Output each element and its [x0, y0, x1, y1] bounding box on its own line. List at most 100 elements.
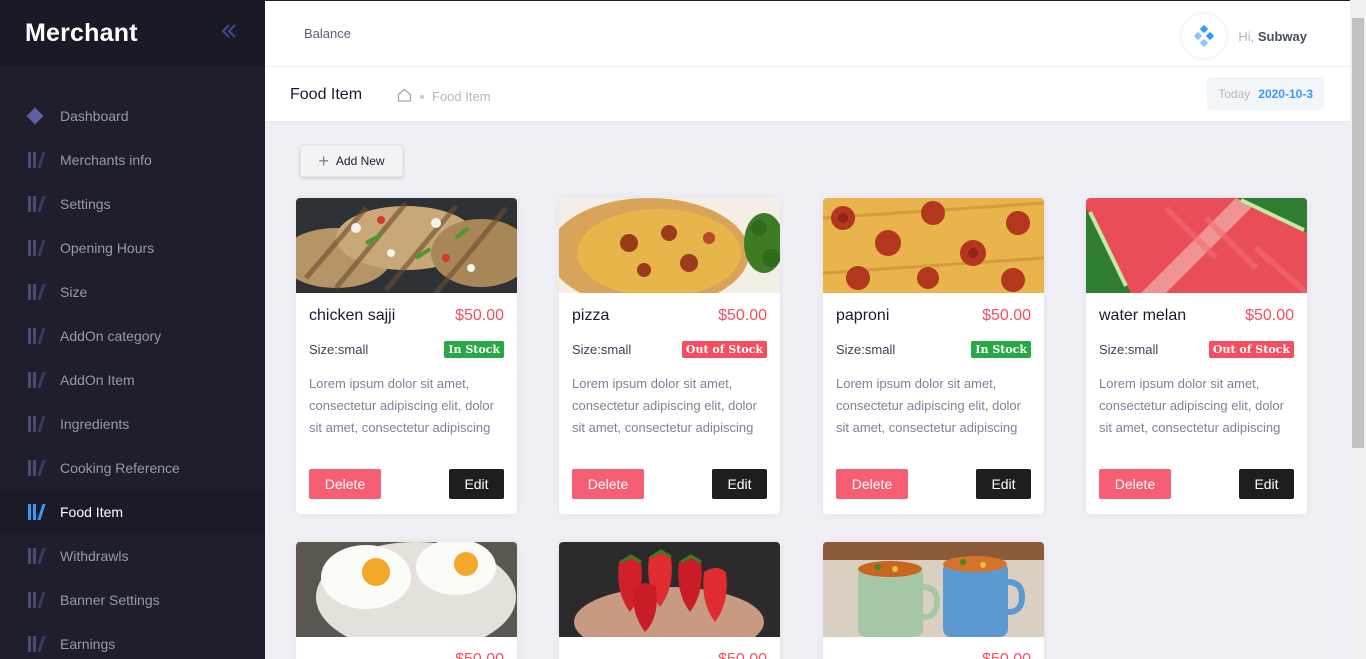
food-card: water melan $50.00 Size:small Out of Sto…: [1086, 198, 1307, 514]
sidebar-item-addon-category[interactable]: AddOn category: [0, 314, 265, 358]
sidebar-item-label: AddOn Item: [60, 372, 135, 388]
user-menu[interactable]: Hi, Subway: [1182, 14, 1307, 58]
food-card: paproni $50.00 Size:small In Stock Lorem…: [823, 198, 1044, 514]
sidebar-item-label: Ingredients: [60, 416, 130, 432]
bars-icon: [26, 503, 46, 521]
sidebar-item-label: Food Item: [60, 504, 124, 520]
food-image-pizza: [559, 198, 780, 293]
bars-icon: [26, 635, 46, 653]
sidebar-item-size[interactable]: Size: [0, 270, 265, 314]
sidebar-item-label: AddOn category: [60, 328, 162, 344]
edit-button[interactable]: Edit: [712, 469, 767, 499]
stock-badge: In Stock: [971, 341, 1031, 358]
food-image-eggs: [296, 542, 517, 637]
food-card: $50.00: [296, 542, 517, 659]
food-card: $50.00: [823, 542, 1044, 659]
breadcrumb-item[interactable]: Food Item: [432, 89, 491, 104]
bars-icon: [26, 591, 46, 609]
card-body: chicken sajji $50.00 Size:small In Stock…: [296, 293, 517, 514]
food-name: chicken sajji: [309, 307, 396, 324]
card-body: water melan $50.00 Size:small Out of Sto…: [1086, 293, 1307, 514]
card-body: $50.00: [559, 637, 780, 659]
bars-icon: [26, 371, 46, 389]
delete-button[interactable]: Delete: [1099, 469, 1171, 499]
food-price: $50.00: [455, 307, 504, 324]
page-scrollbar[interactable]: [1350, 0, 1366, 659]
sidebar-item-addon-item[interactable]: AddOn Item: [0, 358, 265, 402]
plus-icon: +: [318, 151, 329, 171]
sidebar-item-label: Settings: [60, 196, 111, 212]
food-price: $50.00: [1245, 307, 1294, 324]
food-name: pizza: [572, 307, 610, 324]
sidebar-item-opening-hours[interactable]: Opening Hours: [0, 226, 265, 270]
bars-icon: [26, 239, 46, 257]
home-icon[interactable]: [397, 88, 412, 105]
sidebar-item-dashboard[interactable]: Dashboard: [0, 94, 265, 138]
logo-icon: [1194, 25, 1215, 47]
sidebar-item-cooking-reference[interactable]: Cooking Reference: [0, 446, 265, 490]
sidebar-item-label: Opening Hours: [60, 240, 155, 256]
page-title: Food Item: [290, 86, 363, 103]
scrollbar-thumb[interactable]: [1352, 18, 1364, 448]
bars-icon: [26, 459, 46, 477]
bars-icon: [26, 415, 46, 433]
food-card: $50.00: [559, 542, 780, 659]
add-new-button[interactable]: + Add New: [300, 145, 403, 177]
edit-button[interactable]: Edit: [1239, 469, 1294, 499]
stock-badge: Out of Stock: [681, 341, 767, 358]
bars-icon: [26, 283, 46, 301]
chevrons-left-icon[interactable]: [219, 21, 239, 45]
food-size: Size:small: [1099, 342, 1159, 357]
bars-icon: [26, 151, 46, 169]
card-body: paproni $50.00 Size:small In Stock Lorem…: [823, 293, 1044, 514]
subheader: Food Item Food Item Today 2020-10-3: [265, 67, 1350, 121]
food-image-watermelon: [1086, 198, 1307, 293]
add-new-label: Add New: [335, 154, 385, 168]
delete-button[interactable]: Delete: [572, 469, 644, 499]
bars-icon: [26, 327, 46, 345]
sidebar-item-label: Withdrawls: [60, 548, 129, 564]
food-description: Lorem ipsum dolor sit amet, consectetur …: [1099, 376, 1284, 435]
diamond-icon: [26, 107, 44, 125]
sidebar-item-banner-settings[interactable]: Banner Settings: [0, 578, 265, 622]
food-size: Size:small: [309, 342, 369, 357]
food-card: chicken sajji $50.00 Size:small In Stock…: [296, 198, 517, 514]
sidebar-item-withdrawls[interactable]: Withdrawls: [0, 534, 265, 578]
food-image-strawberries: [559, 542, 780, 637]
top-header: Balance Hi, Subway: [265, 0, 1350, 67]
date-value: 2020-10-3: [1258, 86, 1313, 101]
sidebar-item-label: Cooking Reference: [60, 460, 180, 476]
card-body: $50.00: [296, 637, 517, 659]
sidebar-item-label: Dashboard: [60, 108, 129, 124]
delete-button[interactable]: Delete: [836, 469, 908, 499]
card-body: pizza $50.00 Size:small Out of Stock Lor…: [559, 293, 780, 514]
date-display[interactable]: Today 2020-10-3: [1207, 77, 1324, 110]
food-name: paproni: [836, 307, 890, 324]
sidebar-item-food-item[interactable]: Food Item: [0, 490, 265, 534]
stock-badge: In Stock: [444, 341, 504, 358]
date-label: Today: [1218, 86, 1251, 101]
edit-button[interactable]: Edit: [976, 469, 1031, 499]
food-size: Size:small: [572, 342, 632, 357]
food-price: $50.00: [718, 651, 767, 659]
sidebar-item-merchants-info[interactable]: Merchants info: [0, 138, 265, 182]
breadcrumb: Food Item: [397, 88, 491, 105]
sidebar-item-settings[interactable]: Settings: [0, 182, 265, 226]
sidebar-item-ingredients[interactable]: Ingredients: [0, 402, 265, 446]
breadcrumb-separator: [420, 94, 424, 99]
sidebar-item-label: Merchants info: [60, 152, 152, 168]
food-price: $50.00: [982, 307, 1031, 324]
food-price: $50.00: [982, 651, 1031, 659]
delete-button[interactable]: Delete: [309, 469, 381, 499]
food-image-soup: [823, 542, 1044, 637]
food-image-chicken: [296, 198, 517, 293]
edit-button[interactable]: Edit: [449, 469, 504, 499]
card-body: $50.00: [823, 637, 1044, 659]
food-price: $50.00: [455, 651, 504, 659]
balance-link[interactable]: Balance: [304, 26, 351, 41]
bars-icon: [26, 195, 46, 213]
brand-title: Merchant: [25, 18, 138, 47]
avatar[interactable]: [1182, 14, 1227, 58]
sidebar-item-earnings[interactable]: Earnings: [0, 622, 265, 659]
user-greeting[interactable]: Hi, Subway: [1238, 29, 1307, 44]
